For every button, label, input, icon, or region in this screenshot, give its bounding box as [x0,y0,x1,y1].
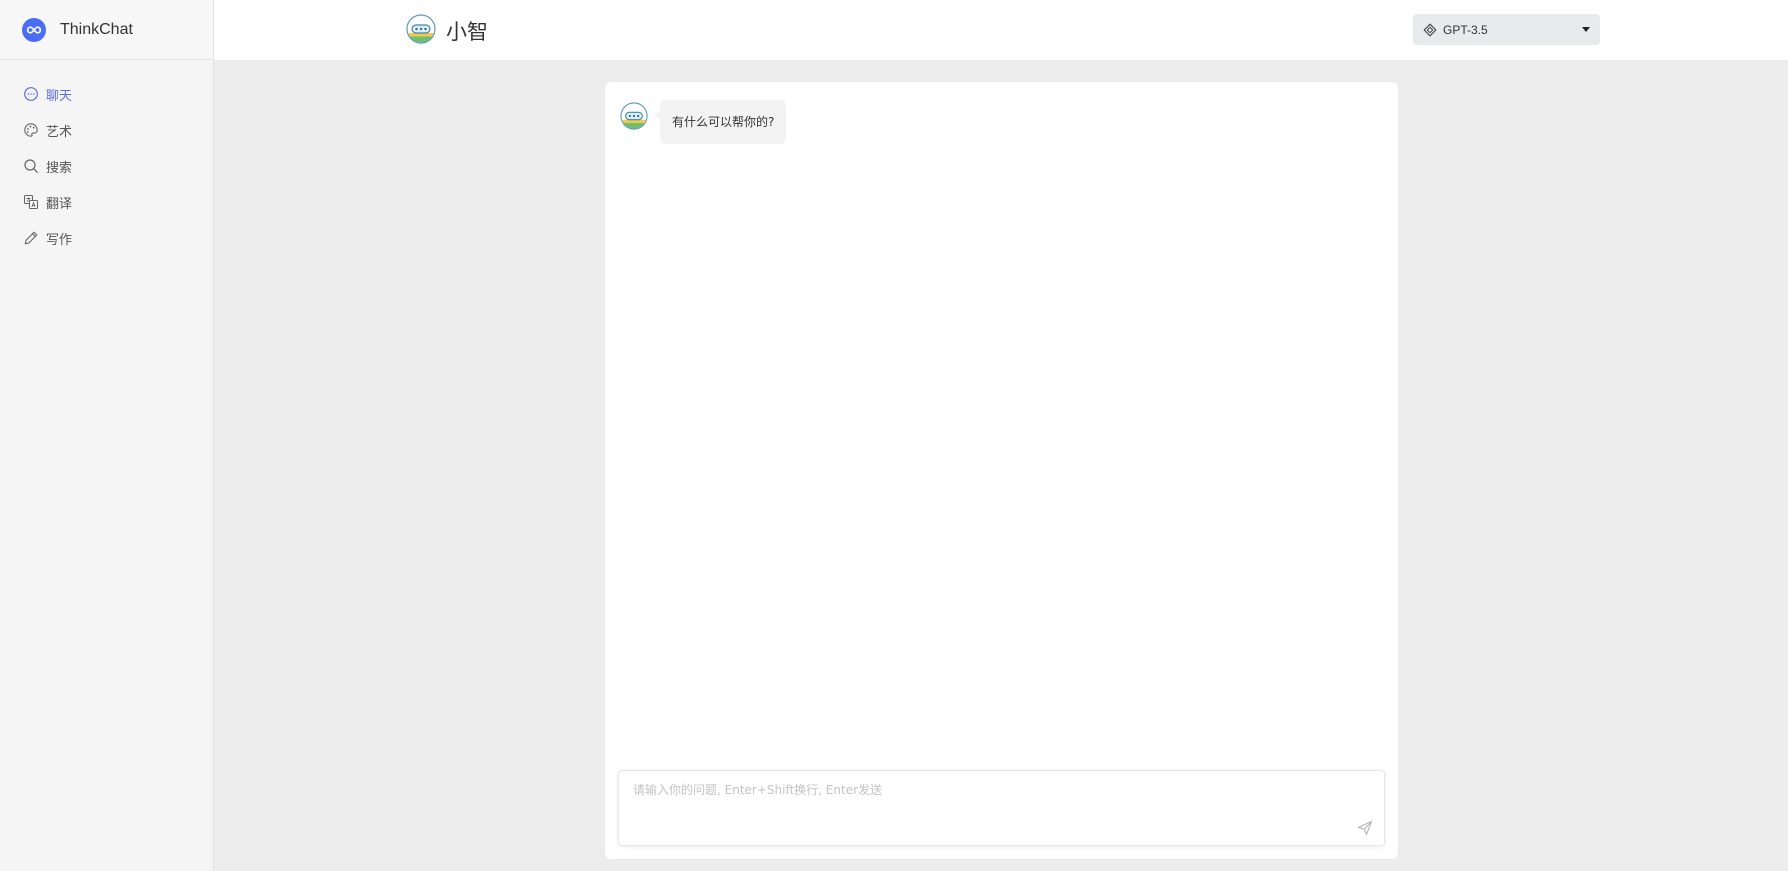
sidebar-nav: 聊天 艺术 搜索 翻译 写作 [0,60,213,256]
chat-panel: 有什么可以帮你的? [605,82,1398,859]
sidebar-item-writing[interactable]: 写作 [0,220,213,256]
chat-composer [618,770,1385,846]
chevron-down-icon [1582,27,1590,32]
top-header: 小智 GPT-3.5 [214,0,1788,60]
palette-icon [23,122,39,138]
bot-title: 小智 [406,14,488,48]
app-root: ThinkChat 聊天 艺术 搜索 翻译 写作 小智 GPT-3.5 有什么可… [0,0,1788,871]
model-select[interactable]: GPT-3.5 [1413,14,1600,45]
send-button[interactable] [1356,819,1374,837]
brand-name: ThinkChat [60,20,133,38]
sidebar-item-label: 翻译 [46,196,73,212]
robot-avatar-icon [406,14,446,48]
sidebar-item-search[interactable]: 搜索 [0,148,213,184]
message-bubble: 有什么可以帮你的? [654,100,787,144]
sidebar-item-label: 搜索 [46,160,73,176]
model-select-value: GPT-3.5 [1443,22,1488,37]
sidebar-item-art[interactable]: 艺术 [0,112,213,148]
sidebar: ThinkChat 聊天 艺术 搜索 翻译 写作 [0,0,214,871]
chat-bubble-icon [23,86,39,102]
translate-icon [23,194,39,210]
robot-avatar-icon [620,100,648,134]
chat-input[interactable] [619,771,1384,845]
brand[interactable]: ThinkChat [0,0,213,60]
bot-name: 小智 [446,20,488,44]
sidebar-item-translate[interactable]: 翻译 [0,184,213,220]
infinity-logo-icon [22,17,46,42]
diamond-icon [1423,22,1437,37]
pen-icon [23,230,39,246]
message-bot: 有什么可以帮你的? [620,100,787,144]
sidebar-item-label: 写作 [46,232,73,248]
send-icon [1357,820,1373,836]
search-icon [23,158,39,174]
sidebar-item-label: 艺术 [46,124,73,140]
sidebar-item-chat[interactable]: 聊天 [0,76,213,112]
sidebar-item-label: 聊天 [46,88,73,104]
